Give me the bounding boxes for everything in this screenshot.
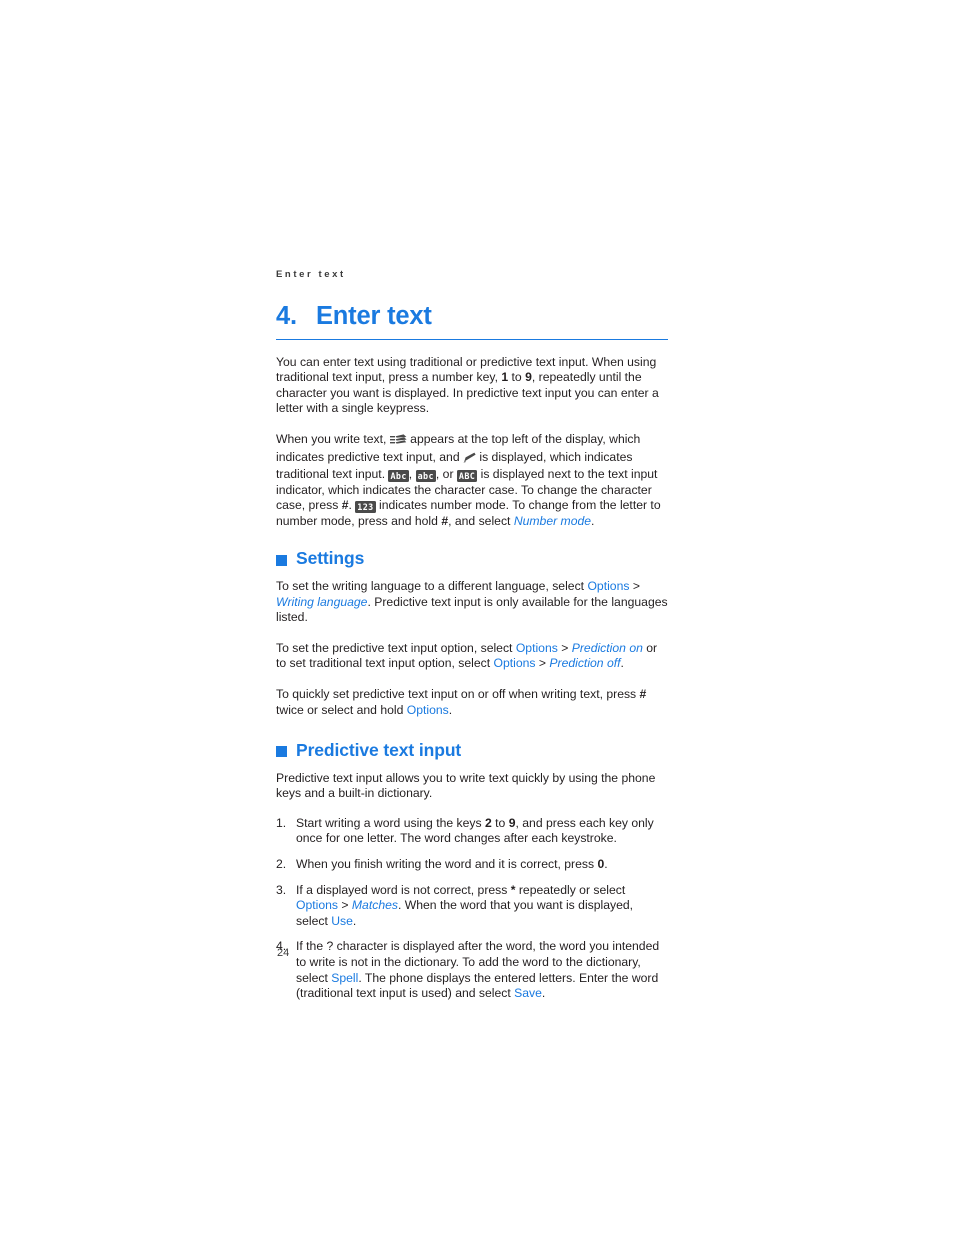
section-heading-predictive-text-input-text: Predictive text input xyxy=(296,740,462,761)
settings-p1-text-a: To set the writing language to a differe… xyxy=(276,578,588,593)
case-indicator-abc-initial-icon: Abc xyxy=(388,470,409,483)
predictive-steps-list: 1. Start writing a word using the keys 2… xyxy=(276,816,668,1002)
section-heading-settings-text: Settings xyxy=(296,548,365,569)
settings-paragraph-1: To set the writing language to a differe… xyxy=(276,579,668,626)
menu-ref-options: Options xyxy=(515,640,558,655)
chapter-number: 4. xyxy=(276,301,297,330)
intro-paragraph-1: You can enter text using traditional or … xyxy=(276,355,668,417)
number-mode-indicator-icon: 123 xyxy=(355,501,376,514)
menu-ref-options: Options xyxy=(493,656,536,671)
menu-ref-matches: Matches xyxy=(351,898,398,913)
key-2: 2 xyxy=(485,815,492,830)
manual-page: Enter text 4. Enter text You can enter t… xyxy=(0,0,954,1235)
section-heading-predictive-text-input: Predictive text input xyxy=(276,742,668,760)
case-indicator-abc-lower-icon: abc xyxy=(415,470,436,483)
step2-text-b: . xyxy=(604,857,608,872)
intro-p2-text-j: . xyxy=(591,513,595,528)
bullet-square-icon xyxy=(276,554,287,566)
settings-p2-text-c: . xyxy=(620,656,624,671)
settings-p3-text-c: . xyxy=(448,702,453,717)
menu-ref-spell: Spell xyxy=(331,970,359,985)
intro-paragraph-2: When you write text, appears at the top … xyxy=(276,432,668,530)
intro-p2-text-e: , or xyxy=(435,467,457,482)
step3-text-b: repeatedly or select xyxy=(515,882,626,897)
step-text: If the ? character is displayed after th… xyxy=(296,939,668,1001)
step-text: Start writing a word using the keys 2 to… xyxy=(296,816,668,847)
step-number: 1. xyxy=(276,815,287,830)
step-text: If a displayed word is not correct, pres… xyxy=(296,883,668,930)
running-header: Enter text xyxy=(276,269,346,280)
page-number: 24 xyxy=(277,947,290,959)
menu-ref-use: Use xyxy=(331,913,353,928)
title-divider xyxy=(276,338,668,340)
list-item: 1. Start writing a word using the keys 2… xyxy=(276,816,668,847)
page-content: Enter text 4. Enter text You can enter t… xyxy=(276,270,668,1002)
bullet-square-icon xyxy=(276,746,287,758)
menu-ref-number-mode: Number mode xyxy=(513,513,592,528)
intro-p2-text-a: When you write text, xyxy=(276,431,390,446)
menu-ref-options: Options xyxy=(587,578,630,593)
menu-separator: > xyxy=(629,578,640,593)
case-indicator-abc-upper-icon: ABC xyxy=(456,470,478,483)
step2-text-a: When you finish writing the word and it … xyxy=(296,857,598,872)
menu-separator: > xyxy=(557,640,572,655)
step3-text-a: If a displayed word is not correct, pres… xyxy=(296,882,511,897)
menu-ref-writing-language: Writing language xyxy=(276,594,368,609)
predictive-text-indicator-icon xyxy=(389,434,407,450)
list-item: 2. When you finish writing the word and … xyxy=(276,857,668,873)
intro-p2-text-g: . xyxy=(348,498,356,513)
step-number: 3. xyxy=(276,882,287,897)
list-item: 4. If the ? character is displayed after… xyxy=(276,939,668,1001)
key-hash-1: # xyxy=(341,498,349,513)
step-text: When you finish writing the word and it … xyxy=(296,857,668,873)
step4-text-c: . xyxy=(541,986,546,1001)
section-heading-settings: Settings xyxy=(276,550,668,568)
settings-p2-text-a: To set the predictive text input option,… xyxy=(276,640,516,655)
menu-ref-prediction-off: Prediction off xyxy=(549,656,621,671)
menu-separator: > xyxy=(338,898,352,913)
list-item: 3. If a displayed word is not correct, p… xyxy=(276,883,668,930)
key-hash-3: # xyxy=(639,686,647,701)
step3-text-d: . xyxy=(352,913,357,928)
menu-ref-options: Options xyxy=(296,898,339,913)
settings-p3-text-b: twice or select and hold xyxy=(276,702,407,717)
key-9: 9 xyxy=(508,815,516,830)
menu-ref-prediction-on: Prediction on xyxy=(571,640,643,655)
menu-ref-options: Options xyxy=(406,702,449,717)
key-9: 9 xyxy=(525,370,532,385)
menu-ref-save: Save xyxy=(514,986,542,1001)
step-number: 2. xyxy=(276,857,287,872)
traditional-text-indicator-icon xyxy=(463,452,476,468)
menu-separator: > xyxy=(535,656,550,671)
intro-p1-text-b: to xyxy=(508,370,526,385)
intro-p2-text-d: , xyxy=(408,467,416,482)
settings-paragraph-3: To quickly set predictive text input on … xyxy=(276,687,668,718)
step1-text-a: Start writing a word using the keys xyxy=(296,815,485,830)
settings-paragraph-2: To set the predictive text input option,… xyxy=(276,641,668,672)
settings-p3-text-a: To quickly set predictive text input on … xyxy=(276,686,640,701)
intro-p2-text-i: , and select xyxy=(448,513,514,528)
chapter-title-text: Enter text xyxy=(316,301,432,330)
page-title: 4. Enter text xyxy=(276,302,668,330)
predictive-intro-paragraph: Predictive text input allows you to writ… xyxy=(276,770,656,801)
step1-text-b: to xyxy=(491,815,509,830)
